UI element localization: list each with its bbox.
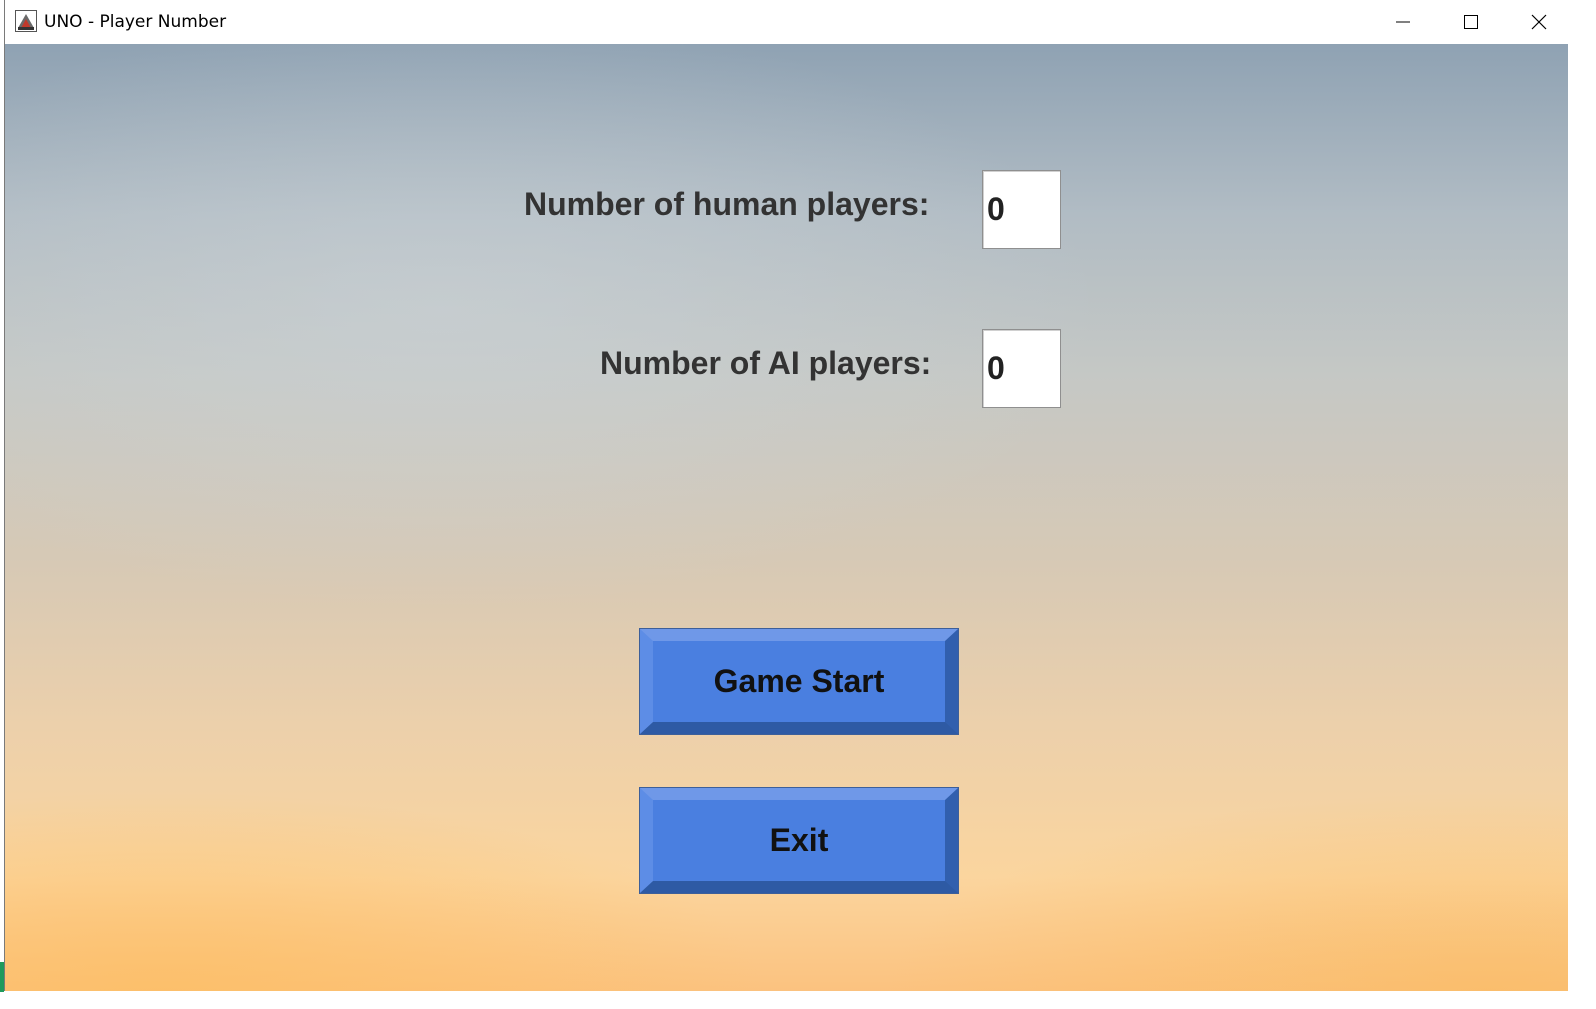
exit-button[interactable]: Exit [639, 787, 959, 894]
player-number-panel: Number of human players: Number of AI pl… [5, 44, 1568, 991]
human-players-input[interactable] [982, 170, 1061, 249]
close-button[interactable] [1505, 0, 1573, 44]
minimize-icon [1396, 21, 1410, 23]
human-players-label: Number of human players: [524, 186, 930, 222]
java-app-icon [15, 10, 37, 32]
minimize-button[interactable] [1369, 0, 1437, 44]
close-icon [1531, 14, 1547, 30]
game-start-button[interactable]: Game Start [639, 628, 959, 735]
window-title: UNO - Player Number [44, 12, 227, 32]
ai-players-input[interactable] [982, 329, 1061, 408]
title-bar[interactable]: UNO - Player Number [5, 0, 1568, 44]
app-window: UNO - Player Number Number of human play… [4, 0, 1568, 991]
maximize-button[interactable] [1437, 0, 1505, 44]
maximize-icon [1464, 15, 1478, 29]
ai-players-label: Number of AI players: [600, 345, 932, 381]
